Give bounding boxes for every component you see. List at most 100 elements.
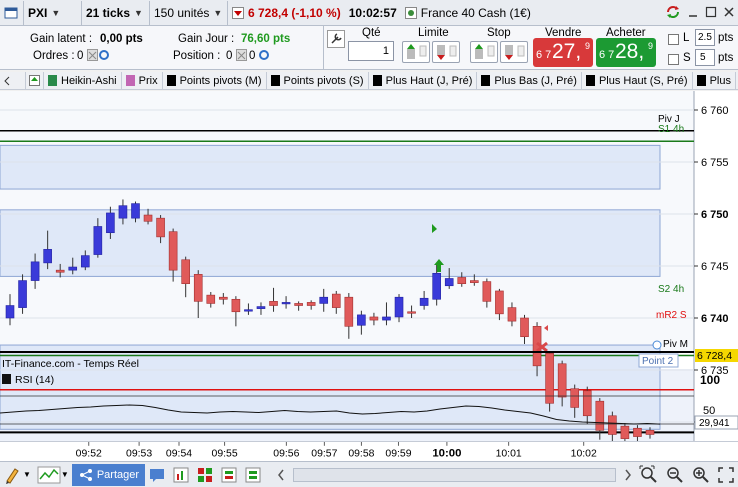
candle-body	[470, 280, 479, 283]
l-checkbox[interactable]	[668, 34, 679, 45]
zoom-in-icon	[693, 466, 709, 483]
close-icon[interactable]	[722, 5, 736, 19]
wrench-icon[interactable]	[327, 30, 345, 48]
l-distance-input[interactable]: 2.5	[695, 29, 715, 46]
stop-buy-button[interactable]	[470, 41, 498, 63]
refresh-icon[interactable]	[664, 3, 682, 21]
interval-select[interactable]: 21 ticks ▼	[82, 0, 150, 25]
position-label: Position :	[173, 50, 221, 62]
scroll-end-button[interactable]	[620, 463, 636, 487]
s1-4h-label: S1 4h	[658, 124, 684, 135]
indicator-color-swatch	[481, 75, 491, 86]
chart-type-button[interactable]: ▼	[34, 463, 72, 487]
position-count: 0	[249, 50, 256, 62]
tab-label: Plus	[709, 74, 731, 87]
rsi-tick-label: 100	[700, 373, 720, 387]
alerts-button[interactable]	[217, 463, 241, 487]
s-distance-input[interactable]: 5	[695, 49, 715, 66]
mr2-s-label: mR2 S	[656, 310, 687, 321]
alerts-icon	[221, 467, 237, 482]
s2-4h-label: S2 4h	[658, 284, 684, 295]
price-tick-label: 6 760	[701, 105, 729, 117]
sell-button[interactable]: 6 7 27, 9	[533, 38, 593, 67]
main-toolbar: PXI ▼ 21 ticks ▼ 150 unités ▼ 6 728,4 (-…	[0, 0, 738, 26]
share-icon	[79, 468, 92, 481]
candle-body	[319, 296, 329, 304]
position-close-icon[interactable]	[236, 49, 248, 62]
layout-button[interactable]	[193, 463, 217, 487]
tab-prix[interactable]: Prix	[122, 72, 163, 89]
tabs-home[interactable]	[26, 72, 44, 89]
chevron-down-icon: ▼	[134, 7, 143, 18]
zoom-out-button[interactable]	[662, 463, 688, 487]
tab-label: Points pivots (M)	[179, 74, 262, 87]
time-tick-label: 10:00	[432, 447, 461, 459]
candle-body	[419, 297, 429, 306]
candle-body	[231, 298, 241, 313]
tab-plus-haut-j[interactable]: Plus Haut (J, Pré)	[369, 72, 478, 89]
trend-down-icon	[232, 6, 244, 19]
sell-price-prefix: 6 7	[536, 49, 552, 61]
chevron-right-icon	[625, 469, 631, 480]
quantity-input[interactable]: 1	[348, 41, 394, 61]
time-tick-label: 09:59	[385, 448, 411, 459]
chart-scrollbar[interactable]	[293, 467, 616, 482]
tabs-scroll-left[interactable]	[0, 72, 26, 89]
candle-body	[482, 281, 492, 302]
tab-points-pivots-s[interactable]: Points pivots (S)	[267, 72, 369, 89]
buy-price-sup: 9	[648, 41, 654, 51]
s-checkbox[interactable]	[668, 54, 679, 65]
candle-body	[281, 302, 291, 305]
maximize-icon[interactable]	[704, 5, 718, 19]
buy-price-main: 28,	[615, 40, 645, 63]
fullscreen-button[interactable]	[714, 463, 738, 487]
indicators-button[interactable]	[169, 463, 193, 487]
symbol-select[interactable]: PXI ▼	[24, 0, 82, 25]
s-pts-label: pts	[718, 52, 734, 64]
gain-latent-value: 0,00 pts	[100, 33, 143, 45]
comment-icon	[150, 468, 165, 482]
drawing-tools-button[interactable]: ▼	[0, 463, 34, 487]
stop-sell-button[interactable]	[500, 41, 528, 63]
minimize-icon[interactable]	[686, 5, 700, 19]
zoom-out-icon	[667, 466, 683, 483]
scroll-start-button[interactable]	[273, 463, 289, 487]
rsi-value-label: 29,941	[699, 418, 730, 429]
comment-button[interactable]	[145, 463, 169, 487]
tab-plus[interactable]: Plus	[693, 72, 736, 89]
candle-body	[608, 415, 617, 435]
order-panel-divider	[323, 26, 324, 70]
point-handle[interactable]	[652, 340, 662, 350]
tab-plus-bas-j[interactable]: Plus Bas (J, Pré)	[477, 72, 582, 89]
zoom-fit-button[interactable]	[636, 463, 662, 487]
zoom-in-button[interactable]	[688, 463, 714, 487]
rsi-label: RSI (14)	[15, 374, 54, 386]
units-select[interactable]: 150 unités ▼	[150, 0, 228, 25]
instrument-status-icon	[404, 6, 417, 19]
share-button[interactable]: Partager	[71, 463, 146, 486]
indicator-color-swatch	[125, 75, 135, 86]
candle-body	[193, 274, 203, 302]
candle-body	[80, 255, 90, 268]
candle-body	[156, 217, 165, 238]
tab-points-pivots-m[interactable]: Points pivots (M)	[163, 72, 267, 89]
candle-body	[269, 301, 278, 306]
indicator-color-swatch	[585, 75, 595, 86]
candle-body	[570, 388, 580, 408]
buy-button[interactable]: 6 7 28, 9	[596, 38, 656, 67]
tab-label: Plus Haut (J, Pré)	[385, 74, 473, 87]
candle-body	[118, 205, 128, 219]
candle-body	[620, 425, 630, 439]
history-button[interactable]	[241, 463, 265, 487]
limit-buy-button[interactable]	[402, 41, 430, 63]
position-settings-icon[interactable]	[258, 49, 272, 62]
orders-settings-icon[interactable]	[87, 49, 111, 62]
l-pts-label: pts	[718, 32, 734, 44]
price-chart[interactable]: 6 7606 7556 7506 7456 7406 7356 730 Piv …	[0, 91, 738, 441]
limit-sell-button[interactable]	[432, 41, 460, 63]
stop-label: Stop	[487, 27, 511, 39]
tab-heikin-ashi[interactable]: Heikin-Ashi	[44, 72, 122, 89]
tab-plus-haut-s[interactable]: Plus Haut (S, Pré)	[582, 72, 693, 89]
limite-label: Limite	[418, 27, 449, 39]
window-menu-button[interactable]	[0, 0, 24, 25]
